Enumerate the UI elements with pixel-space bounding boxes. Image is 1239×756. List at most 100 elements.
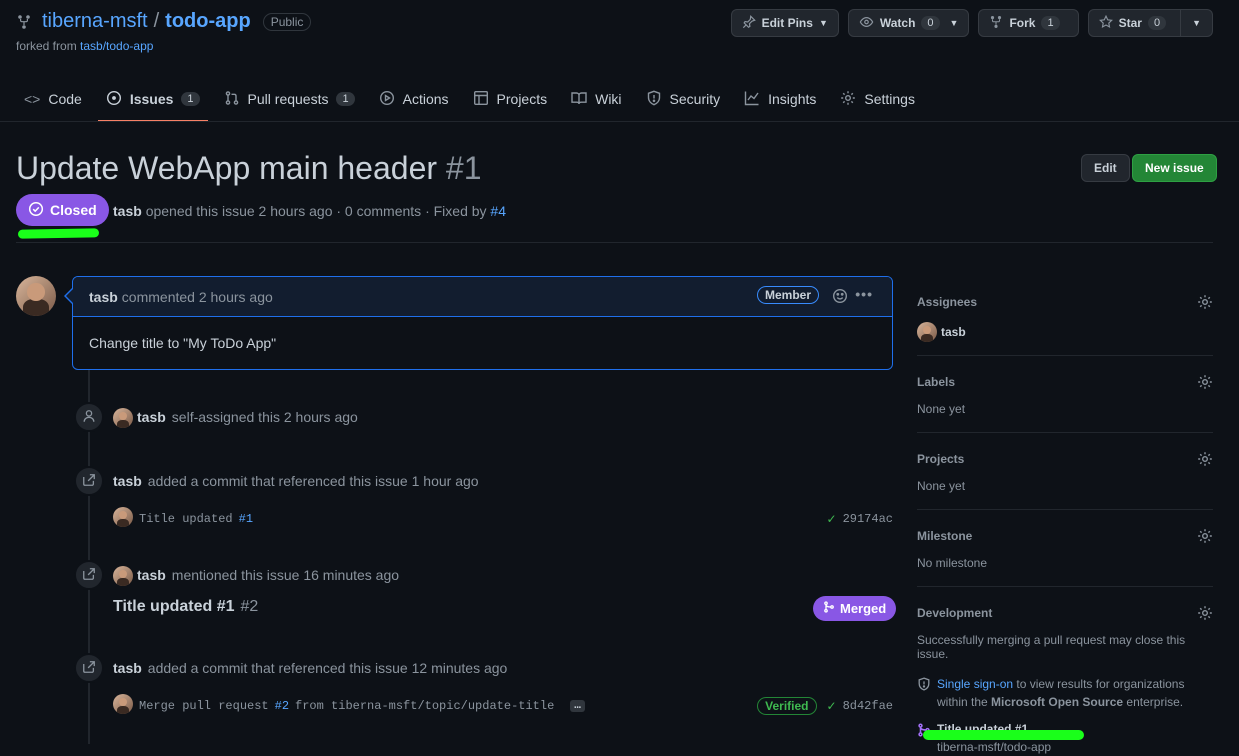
tab-code-label: Code: [48, 91, 82, 107]
assignee-name[interactable]: tasb: [941, 325, 966, 339]
event-user[interactable]: tasb: [113, 473, 142, 489]
merge-icon: [823, 601, 835, 616]
issue-title-text: Update WebApp main header: [16, 150, 438, 186]
table-icon: [473, 90, 489, 109]
commit-event-2: tasb added a commit that referenced this…: [113, 660, 507, 676]
issue-comment: tasb commented 2 hours ago Member ••• Ch…: [72, 276, 893, 370]
avatar[interactable]: [113, 694, 133, 714]
forked-from: forked from tasb/todo-app: [16, 39, 311, 53]
projects-value: None yet: [917, 479, 966, 493]
sidebar-divider: [917, 586, 1213, 587]
fork-button[interactable]: Fork 1: [978, 9, 1079, 37]
fixed-by-link[interactable]: #4: [490, 203, 506, 219]
edit-button[interactable]: Edit: [1081, 154, 1130, 182]
repo-fork-icon: [16, 14, 32, 30]
tab-issues-count: 1: [181, 92, 200, 106]
commit-ref-link[interactable]: #2: [275, 699, 289, 713]
avatar[interactable]: [113, 566, 133, 586]
repo-header: tiberna-msft / todo-app Public forked fr…: [16, 10, 312, 53]
sso-notice: Single sign-on to view results for organ…: [917, 675, 1213, 711]
commit-message-2: Merge pull request #2 from tiberna-msft/…: [139, 699, 585, 713]
fork-count: 1: [1041, 16, 1060, 30]
play-icon: [379, 90, 395, 109]
assigned-event: tasb self-assigned this 2 hours ago: [137, 409, 358, 425]
commit-ref-link[interactable]: #1: [239, 512, 253, 526]
avatar[interactable]: [113, 507, 133, 527]
star-button[interactable]: Star 0: [1087, 9, 1182, 37]
gear-icon[interactable]: [1197, 605, 1213, 624]
commit-message[interactable]: Merge pull request: [139, 699, 269, 713]
smiley-icon[interactable]: [832, 288, 848, 307]
milestone-value: No milestone: [917, 556, 988, 570]
edit-pins-label: Edit Pins: [761, 16, 813, 30]
check-circle-icon: [28, 201, 44, 220]
comment-body: Change title to "My ToDo App": [89, 335, 277, 351]
pr-number: #2: [240, 598, 259, 615]
forked-prefix: forked from: [16, 39, 77, 53]
commit-message[interactable]: Title updated: [139, 512, 233, 526]
avatar[interactable]: [16, 276, 56, 316]
star-label: Star: [1118, 16, 1142, 30]
repo-name-link[interactable]: todo-app: [165, 10, 251, 33]
avatar[interactable]: [113, 408, 133, 428]
new-issue-button[interactable]: New issue: [1132, 154, 1217, 182]
header-divider: [0, 121, 1239, 122]
comment-author[interactable]: tasb: [89, 289, 118, 305]
highlight-mark: [17, 228, 100, 239]
watch-count: 0: [921, 16, 940, 30]
tab-actions[interactable]: Actions: [371, 78, 457, 120]
sso-link[interactable]: Single sign-on: [937, 677, 1013, 691]
watch-button[interactable]: Watch 0 ▼: [847, 9, 970, 37]
shield-icon: [917, 677, 931, 696]
expand-message-button[interactable]: …: [570, 700, 585, 712]
gear-icon[interactable]: [1197, 451, 1213, 470]
commit-sha-1: ✓ 29174ac: [827, 512, 893, 526]
star-list-dropdown[interactable]: ▼: [1181, 9, 1213, 37]
timeline-event-icon: [74, 560, 104, 590]
tab-security-label: Security: [669, 91, 721, 107]
tab-wiki[interactable]: Wiki: [563, 78, 629, 120]
event-user[interactable]: tasb: [113, 660, 142, 676]
commit-message-rest[interactable]: from tiberna-msft/topic/update-title: [295, 699, 554, 713]
gear-icon[interactable]: [1197, 294, 1213, 313]
event-user[interactable]: tasb: [137, 409, 166, 425]
tab-settings-label: Settings: [864, 91, 915, 107]
star-icon: [1098, 14, 1113, 32]
fork-icon: [989, 15, 1003, 32]
event-user[interactable]: tasb: [137, 567, 166, 583]
caret-down-icon: ▼: [1192, 18, 1201, 28]
tab-projects-label: Projects: [496, 91, 548, 107]
event-text: self-assigned this 2 hours ago: [171, 409, 358, 425]
tab-pull-requests[interactable]: Pull requests 1: [216, 78, 363, 120]
event-text: mentioned this issue 16 minutes ago: [171, 567, 400, 583]
issue-author[interactable]: tasb: [113, 203, 142, 219]
kebab-horizontal-icon[interactable]: •••: [855, 286, 873, 302]
tab-settings[interactable]: Settings: [832, 78, 923, 120]
member-badge: Member: [756, 286, 819, 304]
repo-owner-link[interactable]: tiberna-msft: [42, 10, 148, 33]
tab-insights[interactable]: Insights: [736, 78, 824, 120]
verified-badge[interactable]: Verified: [757, 697, 817, 715]
caret-down-icon: ▼: [818, 18, 828, 28]
tab-pull-requests-count: 1: [336, 92, 355, 106]
tab-issues[interactable]: Issues 1: [97, 78, 208, 122]
tab-security[interactable]: Security: [638, 78, 729, 120]
gear-icon[interactable]: [1197, 374, 1213, 393]
gear-icon[interactable]: [1197, 528, 1213, 547]
sha-value[interactable]: 8d42fae: [843, 699, 893, 713]
check-icon: ✓: [826, 512, 837, 526]
pull-request-icon: [224, 90, 240, 109]
tab-projects[interactable]: Projects: [465, 78, 556, 120]
forked-from-link[interactable]: tasb/todo-app: [80, 39, 153, 53]
edit-pins-button[interactable]: Edit Pins ▼: [730, 9, 839, 37]
pr-title-link[interactable]: Title updated #1: [113, 598, 235, 616]
sidebar-heading: Assignees: [917, 295, 978, 309]
star-split-button: Star 0 ▼: [1087, 9, 1213, 37]
comment-time: commented 2 hours ago: [121, 288, 273, 305]
avatar[interactable]: [917, 322, 937, 342]
labels-value: None yet: [917, 402, 966, 416]
tab-code[interactable]: <> Code: [16, 78, 90, 120]
check-icon: ✓: [826, 699, 837, 713]
repo-tabs: <> Code Issues 1 Pull requests 1 Actions…: [16, 78, 931, 122]
sha-value[interactable]: 29174ac: [843, 512, 893, 526]
